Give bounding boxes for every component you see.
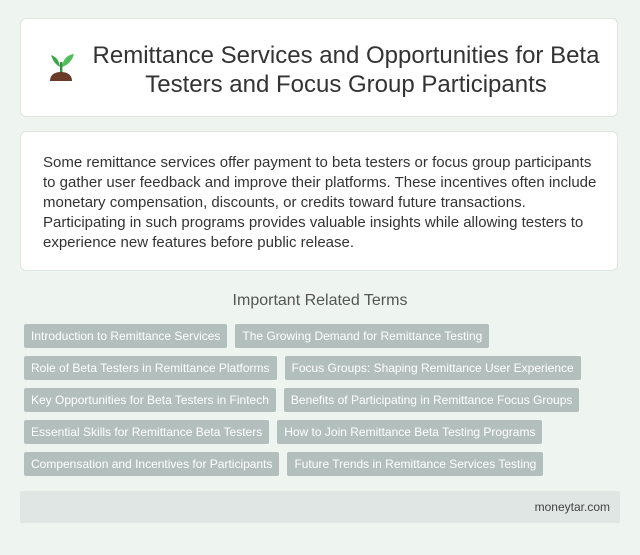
related-term-tag[interactable]: Introduction to Remittance Services [24, 324, 228, 348]
related-term-tag[interactable]: The Growing Demand for Remittance Testin… [235, 324, 490, 348]
related-terms-heading: Important Related Terms [232, 292, 408, 309]
related-term-tag[interactable]: How to Join Remittance Beta Testing Prog… [277, 420, 543, 444]
tag-row: Key Opportunities for Beta Testers in Fi… [24, 388, 624, 412]
summary-text: Some remittance services offer payment t… [43, 154, 597, 251]
tag-row: Essential Skills for Remittance Beta Tes… [24, 420, 624, 444]
related-term-tag[interactable]: Compensation and Incentives for Particip… [24, 452, 280, 476]
footer-site-link[interactable]: moneytar.com [535, 500, 610, 514]
footer: moneytar.com [20, 491, 620, 523]
page-title: Remittance Services and Opportunities fo… [92, 42, 600, 98]
sprout-icon [50, 54, 74, 81]
tag-row: Compensation and Incentives for Particip… [24, 452, 624, 476]
related-term-tag[interactable]: Essential Skills for Remittance Beta Tes… [24, 420, 270, 444]
related-term-tag[interactable]: Role of Beta Testers in Remittance Platf… [24, 356, 277, 380]
related-terms-list: Introduction to Remittance Services The … [24, 324, 624, 484]
related-term-tag[interactable]: Key Opportunities for Beta Testers in Fi… [24, 388, 276, 412]
summary-card: Some remittance services offer payment t… [20, 131, 618, 271]
tag-row: Introduction to Remittance Services The … [24, 324, 624, 348]
title-card: Remittance Services and Opportunities fo… [20, 18, 618, 117]
title-row: Remittance Services and Opportunities fo… [45, 41, 605, 99]
tag-row: Role of Beta Testers in Remittance Platf… [24, 356, 624, 380]
related-term-tag[interactable]: Benefits of Participating in Remittance … [283, 388, 580, 412]
related-term-tag[interactable]: Future Trends in Remittance Services Tes… [287, 452, 544, 476]
related-term-tag[interactable]: Focus Groups: Shaping Remittance User Ex… [284, 356, 581, 380]
